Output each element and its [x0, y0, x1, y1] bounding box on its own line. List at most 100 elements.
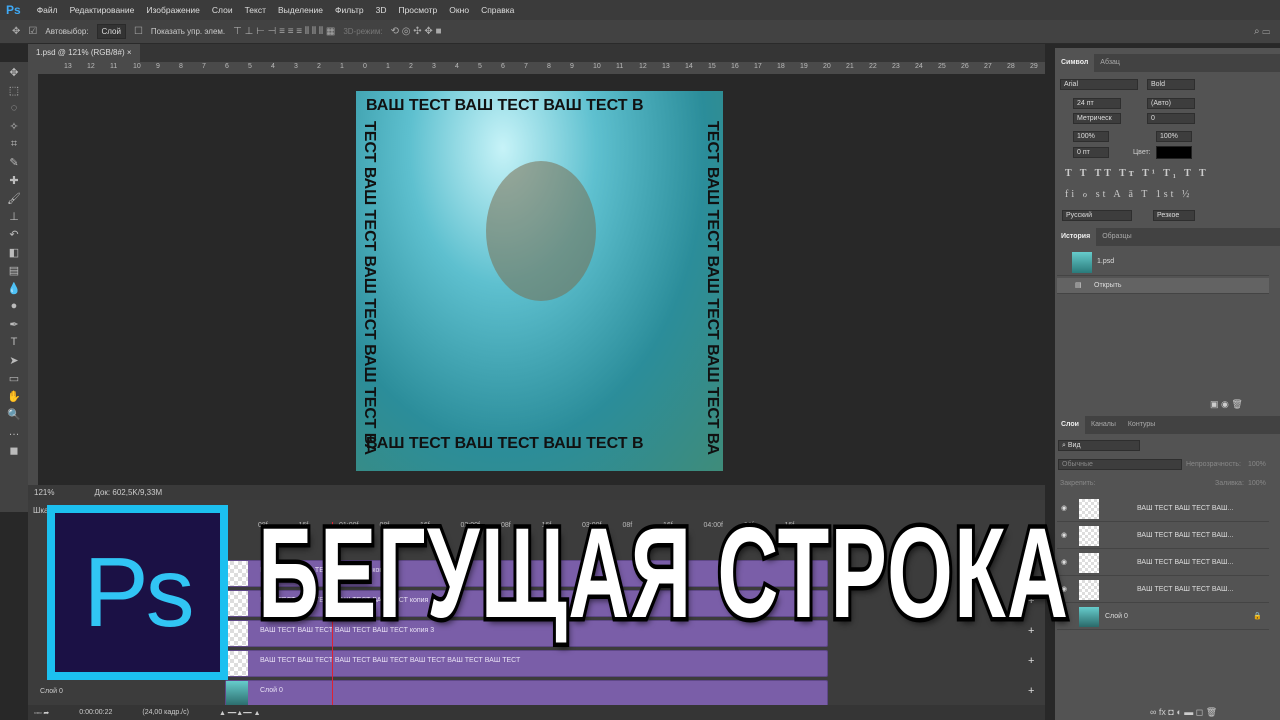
- eyedropper-icon[interactable]: ✎: [9, 156, 18, 170]
- opacity-field[interactable]: 100%: [1248, 461, 1266, 468]
- antialias-select[interactable]: Резкое: [1153, 210, 1195, 221]
- path-select-icon[interactable]: ➤: [9, 354, 18, 368]
- move-tool-icon[interactable]: ✥: [12, 26, 20, 37]
- ruler-tick: 14: [685, 63, 693, 70]
- layer-filter-select[interactable]: ⌕ Вид: [1058, 440, 1140, 451]
- history-brush-icon[interactable]: ↶: [9, 228, 18, 242]
- tab-channels[interactable]: Каналы: [1085, 416, 1122, 434]
- tab-history[interactable]: История: [1055, 228, 1097, 246]
- ruler-tick: 11: [616, 63, 624, 70]
- baseline-field[interactable]: 0 пт: [1073, 147, 1109, 158]
- more-icon[interactable]: …: [9, 426, 20, 440]
- stamp-icon[interactable]: ⊥: [9, 210, 19, 224]
- marquee-icon[interactable]: ⬚: [9, 84, 19, 98]
- font-family-select[interactable]: Arial: [1060, 79, 1138, 90]
- kerning-field[interactable]: Метрическ: [1073, 113, 1121, 124]
- ruler-tick: 5: [248, 63, 252, 70]
- snapshot-thumbnail: [1072, 252, 1092, 273]
- blend-mode-select[interactable]: Обычные: [1058, 459, 1182, 470]
- magic-wand-icon[interactable]: ✧: [9, 120, 18, 134]
- status-bar: 121% Док: 602,5K/9,33M: [28, 485, 1045, 500]
- crop-icon[interactable]: ⌗: [11, 138, 17, 152]
- layer-row[interactable]: ◉ ВАШ ТЕСТ ВАШ ТЕСТ ВАШ...: [1057, 550, 1269, 576]
- layers-tabs: Слои Каналы Контуры: [1055, 416, 1280, 434]
- language-select[interactable]: Русский: [1062, 210, 1132, 221]
- search-icon[interactable]: ⌕ ▭: [1254, 26, 1280, 37]
- menu-type[interactable]: Текст: [239, 5, 272, 15]
- menu-layers[interactable]: Слои: [206, 5, 239, 15]
- autoselect-checkbox[interactable]: ☑: [28, 26, 37, 37]
- add-media-button[interactable]: +: [1028, 685, 1034, 697]
- zoom-slider[interactable]: ▲ ━━▲━━ ▲: [219, 709, 261, 717]
- menu-window[interactable]: Окно: [443, 5, 475, 15]
- tools-panel: ✥ ⬚ ◌ ✧ ⌗ ✎ ✚ 🖌 ⊥ ↶ ◧ ▤ 💧 ● ✒ T ➤ ▭ ✋ 🔍 … ◼: [0, 62, 28, 512]
- ruler-tick: 8: [179, 63, 183, 70]
- history-step[interactable]: ▤ Открыть: [1057, 278, 1269, 294]
- zoom-icon[interactable]: 🔍: [7, 408, 21, 422]
- history-snapshot[interactable]: 1.psd: [1057, 250, 1269, 276]
- menu-image[interactable]: Изображение: [140, 5, 206, 15]
- tab-swatches[interactable]: Образцы: [1096, 228, 1137, 246]
- font-style-select[interactable]: Bold: [1147, 79, 1195, 90]
- menu-view[interactable]: Просмотр: [392, 5, 443, 15]
- menu-3d[interactable]: 3D: [370, 5, 393, 15]
- track-thumbnail: [226, 591, 248, 616]
- layer-row[interactable]: ◉ Слой 0 🔒: [1057, 604, 1269, 630]
- opentype-buttons[interactable]: fi ℴ st A ā T 1st ½: [1065, 189, 1192, 200]
- menu-select[interactable]: Выделение: [272, 5, 329, 15]
- vertical-scale-field[interactable]: 100%: [1073, 131, 1109, 142]
- eraser-icon[interactable]: ◧: [9, 246, 19, 260]
- color-swatches-icon[interactable]: ◼: [9, 444, 18, 458]
- blur-icon[interactable]: 💧: [7, 282, 21, 296]
- type-icon[interactable]: T: [11, 336, 18, 350]
- move-tool-icon[interactable]: ✥: [9, 66, 18, 80]
- timeline-controls-icon[interactable]: ▫▫▫ ➦: [34, 709, 49, 717]
- tab-paragraph[interactable]: Абзац: [1094, 54, 1126, 72]
- layer-row[interactable]: ◉ ВАШ ТЕСТ ВАШ ТЕСТ ВАШ...: [1057, 577, 1269, 603]
- menu-file[interactable]: Файл: [31, 5, 64, 15]
- photo-subject: [486, 161, 596, 301]
- document-tab[interactable]: 1.psd @ 121% (RGB/8#) ×: [28, 44, 140, 62]
- horizontal-scale-field[interactable]: 100%: [1156, 131, 1192, 142]
- timeline-track[interactable]: Слой 0: [225, 680, 828, 707]
- healing-icon[interactable]: ✚: [9, 174, 18, 188]
- hand-icon[interactable]: ✋: [7, 390, 21, 404]
- menu-edit[interactable]: Редактирование: [64, 5, 141, 15]
- menu-help[interactable]: Справка: [475, 5, 520, 15]
- document-image[interactable]: ВАШ ТЕСТ ВАШ ТЕСТ ВАШ ТЕСТ В ВАШ ТЕСТ ВА…: [356, 91, 723, 471]
- tab-layers[interactable]: Слои: [1055, 416, 1085, 434]
- zoom-level[interactable]: 121%: [34, 488, 54, 497]
- pen-icon[interactable]: ✒: [9, 318, 18, 332]
- history-actions-icons[interactable]: ▣ ◉ 🗑: [1210, 399, 1243, 410]
- tab-paths[interactable]: Контуры: [1122, 416, 1161, 434]
- layer-row[interactable]: ◉ ВАШ ТЕСТ ВАШ ТЕСТ ВАШ...: [1057, 496, 1269, 522]
- layer-actions-icons[interactable]: ∞ fx ◘ ◐ ▬ ◻ 🗑: [1150, 707, 1217, 718]
- add-media-button[interactable]: +: [1028, 655, 1034, 667]
- fill-field[interactable]: 100%: [1248, 480, 1266, 487]
- layer-thumbnail: [1079, 553, 1099, 573]
- menu-bar: Ps Файл Редактирование Изображение Слои …: [0, 0, 1280, 20]
- close-icon[interactable]: ×: [127, 48, 132, 57]
- leading-field[interactable]: (Авто): [1147, 98, 1195, 109]
- text-color-swatch[interactable]: [1156, 146, 1192, 159]
- tab-character[interactable]: Символ: [1055, 54, 1095, 72]
- thumbnail-title: БЕГУЩАЯ СТРОКА: [255, 498, 1071, 650]
- autoselect-dropdown[interactable]: Слой: [96, 24, 126, 39]
- font-size-field[interactable]: 24 пт: [1073, 98, 1121, 109]
- dodge-icon[interactable]: ●: [11, 300, 18, 314]
- type-style-buttons[interactable]: T T TT Tт T¹ T₁ T T: [1065, 168, 1209, 179]
- history-tabs: История Образцы: [1055, 228, 1280, 246]
- brush-icon[interactable]: 🖌: [7, 192, 21, 206]
- layer-row[interactable]: ◉ ВАШ ТЕСТ ВАШ ТЕСТ ВАШ...: [1057, 523, 1269, 549]
- tracking-field[interactable]: 0: [1147, 113, 1195, 124]
- gradient-icon[interactable]: ▤: [9, 264, 19, 278]
- align-icons[interactable]: ⊤ ⊥ ⊢ ⊣ ≡ ≡ ≡ ⫴ ⫴ ⫴ ▦: [233, 26, 335, 37]
- 3d-tools-icons[interactable]: ⟲ ◎ ✣ ✥ ■: [391, 26, 442, 37]
- ruler-tick: 10: [133, 63, 141, 70]
- timeline-track[interactable]: ВАШ ТЕСТ ВАШ ТЕСТ ВАШ ТЕСТ ВАШ ТЕСТ ВАШ …: [225, 650, 828, 677]
- show-controls-checkbox[interactable]: ☐: [134, 26, 143, 37]
- layer-name: ВАШ ТЕСТ ВАШ ТЕСТ ВАШ...: [1137, 559, 1234, 566]
- shape-icon[interactable]: ▭: [9, 372, 19, 386]
- lasso-icon[interactable]: ◌: [11, 102, 18, 116]
- menu-filter[interactable]: Фильтр: [329, 5, 370, 15]
